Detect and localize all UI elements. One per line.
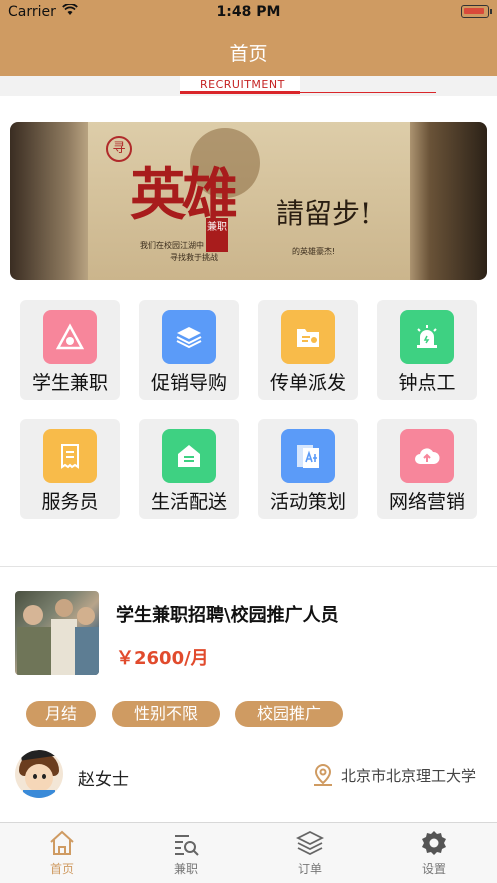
job-title[interactable]: 学生兼职招聘\校园推广人员 xyxy=(116,601,339,627)
hero-subheadline: 請留步! xyxy=(276,197,372,230)
category-label: 活动策划 xyxy=(269,491,346,513)
hero-tag: 兼职 xyxy=(206,218,228,252)
job-tag: 月结 xyxy=(26,701,96,727)
hero-caption-1: 我们在校园江湖中 xyxy=(140,241,204,250)
tab-parttime[interactable]: 兼职 xyxy=(124,823,248,883)
category-flyers[interactable]: 传单派发 xyxy=(258,300,358,400)
category-student-parttime[interactable]: 学生兼职 xyxy=(20,300,120,400)
job-location: 北京市北京理工大学 xyxy=(341,767,477,785)
document-icon xyxy=(281,429,335,483)
receipt-icon xyxy=(43,429,97,483)
gear-icon xyxy=(422,831,446,855)
layers-icon xyxy=(296,830,324,856)
search-list-icon xyxy=(175,835,199,856)
category-label: 促销导购 xyxy=(150,372,227,394)
category-label: 生活配送 xyxy=(150,491,227,513)
category-delivery[interactable]: 生活配送 xyxy=(139,419,239,519)
hero-banner[interactable]: 寻 英雄 請留步! 兼职 我们在校园江湖中 寻找救于挑战 的英雄豪杰! xyxy=(10,122,487,280)
category-label: 网络营销 xyxy=(388,491,465,513)
tab-bar: 首页 兼职 订单 设置 xyxy=(0,822,497,883)
category-waiter[interactable]: 服务员 xyxy=(20,419,120,519)
alarm-icon xyxy=(400,310,454,364)
recruitment-banner[interactable]: RECRUITMENT xyxy=(0,76,497,96)
avatar xyxy=(15,750,63,798)
tab-settings[interactable]: 设置 xyxy=(372,823,496,883)
home-icon xyxy=(50,830,74,855)
tab-home[interactable]: 首页 xyxy=(0,823,124,883)
folder-icon xyxy=(281,310,335,364)
nav-bar: 首页 xyxy=(0,24,497,76)
job-tag: 性别不限 xyxy=(112,701,220,727)
hero-caption-3: 的英雄豪杰! xyxy=(292,247,336,256)
tab-orders[interactable]: 订单 xyxy=(248,823,372,883)
cloud-upload-icon xyxy=(400,429,454,483)
home-icon xyxy=(162,429,216,483)
category-event-planning[interactable]: 活动策划 xyxy=(258,419,358,519)
job-thumbnail[interactable] xyxy=(15,591,99,675)
clock: 1:48 PM xyxy=(216,4,281,20)
category-label: 钟点工 xyxy=(398,372,456,394)
category-label: 服务员 xyxy=(41,491,99,513)
page-title: 首页 xyxy=(229,43,268,65)
battery-icon xyxy=(461,5,492,18)
student-icon xyxy=(43,310,97,364)
hero-seal: 寻 xyxy=(106,136,132,162)
tab-label: 订单 xyxy=(297,862,322,876)
tab-label: 首页 xyxy=(49,862,74,876)
tab-label: 设置 xyxy=(421,862,446,876)
poster-name: 赵女士 xyxy=(78,770,129,790)
job-tag: 校园推广 xyxy=(235,701,343,727)
layers-icon xyxy=(162,310,216,364)
category-label: 学生兼职 xyxy=(31,372,108,394)
category-hourly[interactable]: 钟点工 xyxy=(377,300,477,400)
category-promotion[interactable]: 促销导购 xyxy=(139,300,239,400)
hero-caption-2: 寻找救于挑战 xyxy=(170,253,218,262)
category-online-marketing[interactable]: 网络营销 xyxy=(377,419,477,519)
location-pin-icon xyxy=(312,763,334,791)
divider xyxy=(0,566,497,567)
status-bar: Carrier 1:48 PM xyxy=(0,0,497,24)
job-salary: ￥2600/月 xyxy=(116,648,209,669)
recruitment-banner-text: RECRUITMENT xyxy=(200,78,285,91)
category-label: 传单派发 xyxy=(269,372,346,394)
tab-label: 兼职 xyxy=(173,862,198,876)
